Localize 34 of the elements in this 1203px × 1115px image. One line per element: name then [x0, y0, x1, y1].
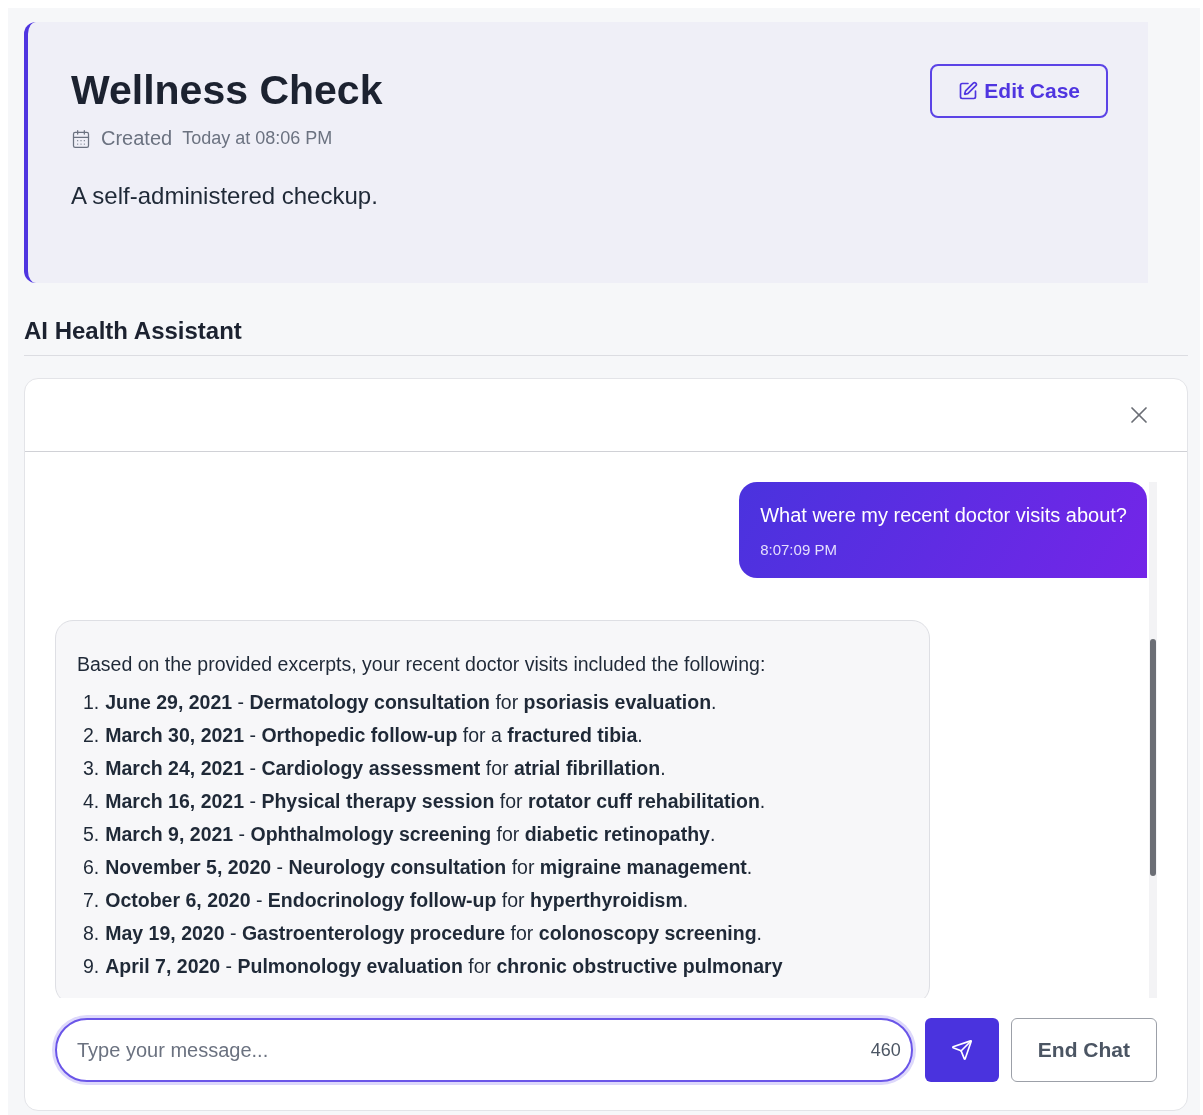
- character-counter: 460: [870, 1039, 901, 1061]
- list-number: 4.: [83, 789, 100, 814]
- visit-item: June 29, 2021 - Dermatology consultation for psoriasis evaluation.: [105, 690, 717, 715]
- created-date: Today at 08:06 PM: [182, 128, 333, 150]
- edit-case-button[interactable]: Edit Case: [930, 64, 1108, 118]
- message-time: 8:07:09 PM: [760, 541, 838, 558]
- visit-item: November 5, 2020 - Neurology consultation for migraine management.: [105, 855, 753, 880]
- list-number: 7.: [83, 888, 100, 913]
- visit-item: October 6, 2020 - Endocrinology follow-up for hyperthyroidism.: [105, 888, 689, 913]
- case-title: Wellness Check: [71, 66, 383, 115]
- visit-item: March 9, 2021 - Ophthalmology screening for diabetic retinopathy.: [105, 822, 716, 847]
- calendar-icon: [71, 128, 91, 149]
- list-number: 2.: [83, 723, 100, 748]
- end-chat-button[interactable]: End Chat: [1010, 1018, 1157, 1082]
- edit-icon: [958, 81, 979, 101]
- visit-item: April 7, 2020 - Pulmonology evaluation for chronic obstructive pulmonary: [105, 954, 783, 979]
- list-number: 9.: [83, 954, 100, 979]
- list-number: 3.: [83, 756, 100, 781]
- send-icon: [950, 1039, 973, 1061]
- visit-item: March 30, 2021 - Orthopedic follow-up for a fractured tibia.: [105, 723, 643, 748]
- case-description: A self-administered checkup.: [71, 182, 379, 211]
- visit-item: March 16, 2021 - Physical therapy session for rotator cuff rehabilitation.: [105, 789, 766, 814]
- list-number: 8.: [83, 921, 100, 946]
- list-number: 6.: [83, 855, 100, 880]
- list-number: 5.: [83, 822, 100, 847]
- message-text: Based on the provided excerpts, your recent doctor visits included the following:: [77, 653, 767, 676]
- list-number: 1.: [83, 690, 100, 715]
- scrollbar[interactable]: [1149, 482, 1157, 998]
- visit-item: May 19, 2020 - Gastroenterology procedure for colonoscopy screening.: [105, 921, 762, 946]
- visit-item: March 24, 2021 - Cardiology assessment for atrial fibrillation.: [105, 756, 666, 781]
- created-label: Created: [101, 127, 173, 151]
- message-text: What were my recent doctor visits about?: [760, 504, 1127, 527]
- section-title: AI Health Assistant: [24, 317, 1188, 356]
- send-button[interactable]: [924, 1018, 999, 1082]
